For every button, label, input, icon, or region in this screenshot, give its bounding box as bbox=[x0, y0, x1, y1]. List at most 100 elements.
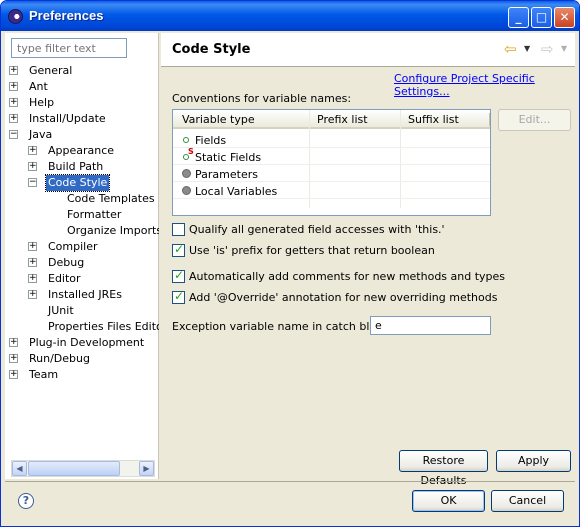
collapse-icon[interactable]: − bbox=[28, 178, 37, 187]
qualify-this-label[interactable]: Qualify all generated field accesses wit… bbox=[189, 223, 445, 236]
footer-divider bbox=[5, 481, 575, 482]
scroll-left-icon[interactable]: ◀ bbox=[12, 461, 27, 476]
tree-item-label[interactable]: Code Style bbox=[44, 174, 111, 192]
check-icon: ✓ bbox=[174, 242, 185, 256]
maximize-button[interactable]: □ bbox=[531, 7, 552, 28]
restore-defaults-button[interactable]: Restore Defaults bbox=[399, 450, 488, 487]
expand-icon[interactable]: + bbox=[9, 338, 18, 347]
expand-icon[interactable]: + bbox=[28, 290, 37, 299]
tree-item-label[interactable]: Run/Debug bbox=[27, 351, 92, 367]
tree-item-java[interactable]: − Java bbox=[9, 127, 159, 143]
tree-item-compiler[interactable]: + Compiler bbox=[28, 239, 159, 255]
scroll-thumb[interactable] bbox=[28, 461, 120, 476]
expand-icon[interactable]: + bbox=[28, 242, 37, 251]
back-arrow-icon[interactable]: ⇦ bbox=[504, 40, 517, 58]
expand-icon[interactable]: + bbox=[9, 66, 18, 75]
auto-comments-checkbox[interactable]: ✓ bbox=[172, 268, 185, 283]
eclipse-icon bbox=[8, 9, 23, 24]
expand-icon[interactable]: + bbox=[9, 98, 18, 107]
filter-input[interactable] bbox=[11, 38, 127, 58]
configure-project-settings-link[interactable]: Configure Project Specific Settings... bbox=[394, 72, 579, 98]
tree-item-organize-imports[interactable]: Organize Imports bbox=[47, 223, 159, 239]
expand-icon[interactable]: + bbox=[9, 82, 18, 91]
tree-item-label[interactable]: Organize Imports bbox=[65, 223, 159, 239]
auto-comments-label[interactable]: Automatically add comments for new metho… bbox=[189, 270, 505, 283]
tree-item-editor[interactable]: + Editor bbox=[28, 271, 159, 287]
table-row[interactable]: Local Variables bbox=[173, 182, 490, 199]
minimize-button[interactable]: _ bbox=[508, 7, 529, 28]
tree-item-label[interactable]: Properties Files Edito bbox=[46, 319, 159, 335]
tree-item-run-debug[interactable]: + Run/Debug bbox=[9, 351, 159, 367]
table-row[interactable]: S Static Fields bbox=[173, 147, 490, 165]
tree-item-label[interactable]: Editor bbox=[46, 271, 83, 287]
static-field-icon: S bbox=[183, 147, 194, 160]
close-icon: ✕ bbox=[559, 10, 570, 24]
override-annotation-checkbox[interactable]: ✓ bbox=[172, 289, 185, 304]
tree-item-label[interactable]: Team bbox=[27, 367, 60, 383]
back-dropdown-icon[interactable]: ▼ bbox=[524, 44, 530, 53]
expand-icon[interactable]: + bbox=[9, 114, 18, 123]
tree-item-label[interactable]: General bbox=[27, 63, 74, 79]
tree-item-installed-jres[interactable]: + Installed JREs bbox=[28, 287, 159, 303]
scroll-right-icon[interactable]: ▶ bbox=[139, 461, 154, 476]
table-row[interactable]: Parameters bbox=[173, 165, 490, 182]
tree-item-label[interactable]: JUnit bbox=[46, 303, 76, 319]
tree-item-label[interactable]: Help bbox=[27, 95, 56, 111]
expand-icon[interactable]: + bbox=[28, 274, 37, 283]
variable-naming-table[interactable]: Variable type Prefix list Suffix list Fi… bbox=[172, 109, 491, 216]
tree-item-formatter[interactable]: Formatter bbox=[47, 207, 159, 223]
edit-button[interactable]: Edit... bbox=[498, 109, 571, 131]
tree-item-plug-in-development[interactable]: + Plug-in Development bbox=[9, 335, 159, 351]
exception-variable-input[interactable]: e bbox=[370, 316, 491, 335]
apply-button[interactable]: Apply bbox=[496, 450, 571, 472]
ok-button[interactable]: OK bbox=[412, 490, 485, 512]
tree-item-build-path[interactable]: + Build Path bbox=[28, 159, 159, 175]
override-annotation-label[interactable]: Add '@Override' annotation for new overr… bbox=[189, 291, 497, 304]
expand-icon[interactable]: + bbox=[9, 370, 18, 379]
tree-item-label[interactable]: Code Templates bbox=[65, 191, 157, 207]
tree-item-label[interactable]: Appearance bbox=[46, 143, 116, 159]
expand-icon[interactable]: + bbox=[9, 354, 18, 363]
tree-item-help[interactable]: + Help bbox=[9, 95, 159, 111]
is-prefix-label[interactable]: Use 'is' prefix for getters that return … bbox=[189, 244, 435, 257]
table-row[interactable]: Fields bbox=[173, 131, 490, 148]
tree-item-ant[interactable]: + Ant bbox=[9, 79, 159, 95]
expand-icon[interactable]: + bbox=[28, 162, 37, 171]
tree-horizontal-scrollbar[interactable]: ◀ ▶ bbox=[11, 460, 155, 477]
column-prefix-list[interactable]: Prefix list bbox=[317, 113, 368, 126]
local-variable-icon bbox=[182, 186, 191, 195]
close-button[interactable]: ✕ bbox=[554, 7, 575, 28]
collapse-icon[interactable]: − bbox=[9, 130, 18, 139]
tree-item-label[interactable]: Debug bbox=[46, 255, 86, 271]
tree-item-install-update[interactable]: + Install/Update bbox=[9, 111, 159, 127]
tree-item-team[interactable]: + Team bbox=[9, 367, 159, 383]
qualify-this-checkbox[interactable] bbox=[172, 223, 185, 236]
tree-item-general[interactable]: + General bbox=[9, 63, 159, 79]
cancel-button[interactable]: Cancel bbox=[491, 490, 564, 512]
tree-item-debug[interactable]: + Debug bbox=[28, 255, 159, 271]
tree-item-label[interactable]: Ant bbox=[27, 79, 50, 95]
table-header: Variable type Prefix list Suffix list bbox=[173, 110, 490, 129]
tree-item-label[interactable]: Install/Update bbox=[27, 111, 108, 127]
expand-icon[interactable]: + bbox=[28, 146, 37, 155]
variable-type-cell: Fields bbox=[195, 134, 227, 147]
tree-item-label[interactable]: Java bbox=[27, 127, 54, 143]
tree-item-label[interactable]: Installed JREs bbox=[46, 287, 124, 303]
help-icon[interactable]: ? bbox=[18, 493, 34, 509]
tree-item-label[interactable]: Formatter bbox=[65, 207, 123, 223]
tree-item-properties-files-edito[interactable]: Properties Files Edito bbox=[28, 319, 159, 335]
parameter-icon bbox=[182, 169, 191, 178]
tree-item-code-style[interactable]: − Code Style bbox=[28, 174, 159, 192]
tree-item-label[interactable]: Compiler bbox=[46, 239, 100, 255]
expand-icon[interactable]: + bbox=[28, 258, 37, 267]
tree-item-label[interactable]: Build Path bbox=[46, 159, 105, 175]
column-variable-type[interactable]: Variable type bbox=[182, 113, 255, 126]
tree-item-label[interactable]: Plug-in Development bbox=[27, 335, 146, 351]
tree-item-code-templates[interactable]: Code Templates bbox=[47, 191, 159, 207]
is-prefix-checkbox[interactable]: ✓ bbox=[172, 242, 185, 257]
title-bar[interactable]: Preferences _ □ ✕ bbox=[1, 1, 579, 31]
tree-item-appearance[interactable]: + Appearance bbox=[28, 143, 159, 159]
maximize-icon: □ bbox=[535, 10, 548, 24]
tree-item-junit[interactable]: JUnit bbox=[28, 303, 159, 319]
column-suffix-list[interactable]: Suffix list bbox=[408, 113, 459, 126]
